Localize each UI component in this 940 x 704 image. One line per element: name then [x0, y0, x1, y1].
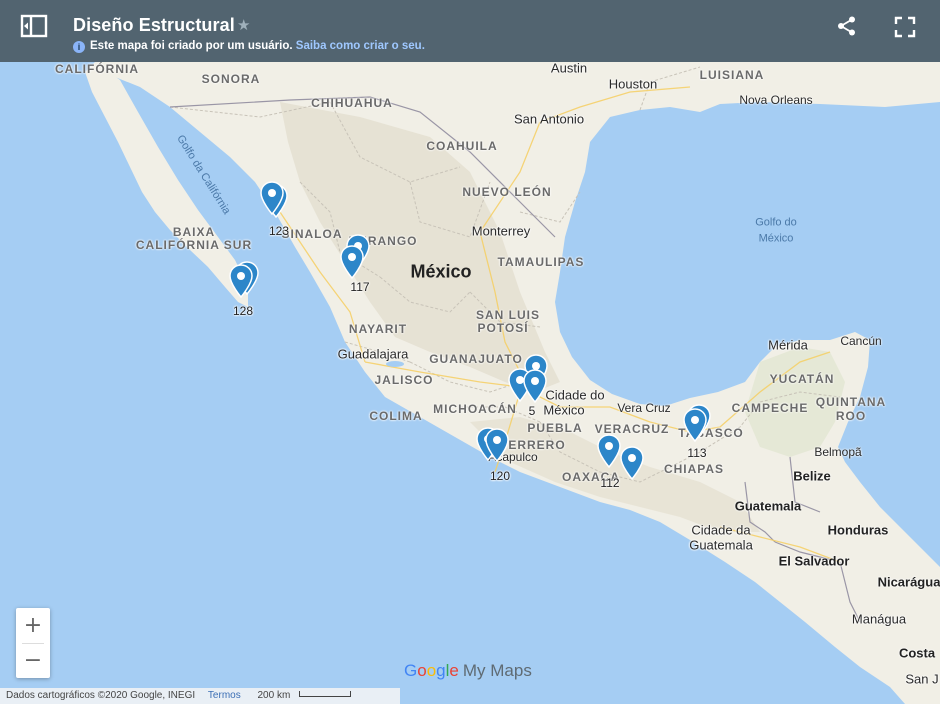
city-label-belize: Belize [793, 468, 831, 484]
pin-count-label: 128 [232, 304, 254, 318]
state-label-sinaloa: SINALOA [281, 227, 343, 241]
city-label-monterrey: Monterrey [471, 223, 531, 239]
learn-more-link[interactable]: Saiba como criar o seu. [296, 40, 425, 52]
state-label-colima: COLIMA [369, 409, 423, 423]
logo-letter: e [449, 661, 459, 680]
country-label-el-salvador: El Salvador [778, 553, 850, 569]
state-label-guanajuato: GUANAJUATO [429, 352, 523, 366]
google-my-maps-logo[interactable]: Google My Maps [404, 661, 532, 681]
star-icon[interactable]: ★ [237, 16, 250, 34]
state-label-nuevo-leon: NUEVO LEÓN [462, 185, 552, 199]
pin-count-label: 5 [528, 404, 536, 418]
logo-letter: o [417, 661, 427, 680]
title-wrap: Diseño Estructural [73, 15, 235, 36]
state-label-yucatan: YUCATÁN [769, 372, 835, 386]
map-pin-icon[interactable] [484, 428, 510, 462]
pin-count-label: 113 [687, 446, 707, 460]
city-label-guatemala-city-1: Cidade da [691, 522, 751, 538]
map-pin-icon[interactable] [228, 264, 254, 298]
map-pin-icon[interactable] [682, 408, 708, 442]
state-label-baja-1: BAIXA [172, 225, 216, 239]
info-icon: i [73, 41, 85, 53]
city-label-san-antonio: San Antonio [513, 111, 585, 127]
state-label-nayarit: NAYARIT [348, 322, 408, 336]
attribution-text: Dados cartográficos ©2020 Google, INEGI [6, 690, 196, 701]
subtitle-text: Este mapa foi criado por um usuário. [90, 40, 293, 52]
terms-link[interactable]: Termos [208, 690, 241, 701]
map-subtitle: i Este mapa foi criado por um usuário. Sa… [73, 40, 425, 53]
state-label-louisiana: LUISIANA [699, 68, 765, 82]
state-label-coahuila: COAHUILA [426, 139, 498, 153]
panel-toggle-icon[interactable] [18, 12, 50, 40]
state-label-jalisco: JALISCO [374, 373, 434, 387]
state-label-puebla: PUEBLA [527, 421, 583, 435]
scale-label: 200 km [257, 690, 291, 701]
zoom-control: + − [16, 608, 50, 678]
city-label-belmopan: Belmopã [814, 445, 862, 459]
state-label-chiapas: CHIAPAS [663, 462, 725, 476]
state-label-campeche: CAMPECHE [731, 401, 809, 415]
pin-count-label: 123 [268, 224, 290, 238]
city-label-austin: Austin [550, 62, 588, 76]
water-label-gulf-mexico-2: México [758, 232, 794, 245]
zoom-out-button[interactable]: − [16, 643, 50, 678]
state-label-baja-2: CALIFÓRNIA SUR [135, 238, 253, 252]
country-label-costa-rica: Costa [898, 645, 936, 661]
state-label-chihuahua: CHIHUAHUA [311, 96, 393, 110]
map-header: Diseño Estructural ★ i Este mapa foi cria… [0, 0, 940, 62]
state-label-slp-1: SAN LUIS [475, 308, 541, 322]
map-pin-icon[interactable] [522, 369, 548, 403]
map-footer: Dados cartográficos ©2020 Google, INEGI … [0, 688, 400, 704]
city-label-mexico-city-2: México [543, 402, 585, 418]
pin-count-label: 112 [600, 476, 620, 490]
scale-bar [299, 691, 352, 697]
city-label-houston: Houston [608, 76, 658, 92]
city-label-cancun: Cancún [840, 334, 882, 348]
country-label-nicaragua: Nicarágua [877, 574, 940, 590]
state-label-qroo-2: ROO [835, 409, 867, 423]
country-label-mexico: México [410, 261, 472, 282]
share-icon[interactable] [836, 15, 858, 37]
map-canvas[interactable]: México CALIFÓRNIA SONORA CHIHUAHUA COAHU… [0, 62, 940, 704]
state-label-qroo-1: QUINTANA [815, 395, 887, 409]
logo-letter: o [426, 661, 437, 680]
city-label-new-orleans: Nova Orleans [739, 93, 813, 107]
country-label-honduras: Honduras [827, 522, 889, 538]
city-label-managua: Manágua [851, 611, 907, 627]
pin-count-label: 120 [489, 469, 511, 483]
city-label-mexico-city-1: Cidade do [545, 387, 605, 403]
state-label-michoacan: MICHOACÁN [433, 402, 517, 416]
pin-count-label: 117 [350, 280, 370, 294]
map-pin-icon[interactable] [339, 245, 365, 279]
state-label-tamaulipas: TAMAULIPAS [497, 255, 585, 269]
map-title[interactable]: Diseño Estructural [73, 15, 235, 35]
fullscreen-icon[interactable] [893, 15, 917, 39]
city-label-guadalajara: Guadalajara [337, 346, 409, 362]
state-label-slp-2: POTOSÍ [477, 321, 529, 335]
map-pin-icon[interactable] [259, 181, 285, 215]
logo-letter: G [404, 661, 418, 680]
city-label-san-jose: San J [905, 671, 939, 687]
city-label-veracruz: Vera Cruz [617, 401, 671, 415]
state-label-california: CALIFÓRNIA [55, 62, 139, 76]
state-label-sonora: SONORA [201, 72, 261, 86]
zoom-in-button[interactable]: + [16, 608, 50, 643]
logo-letter: g [436, 661, 446, 680]
map-pin-icon[interactable] [619, 446, 645, 480]
country-label-guatemala: Guatemala [734, 498, 802, 514]
my-maps-wordmark: My Maps [462, 661, 532, 680]
city-label-guatemala-city-2: Guatemala [689, 537, 753, 553]
city-label-merida: Mérida [768, 337, 808, 353]
water-label-gulf-mexico-1: Golfo do [755, 216, 797, 229]
zoom-separator [22, 643, 44, 644]
